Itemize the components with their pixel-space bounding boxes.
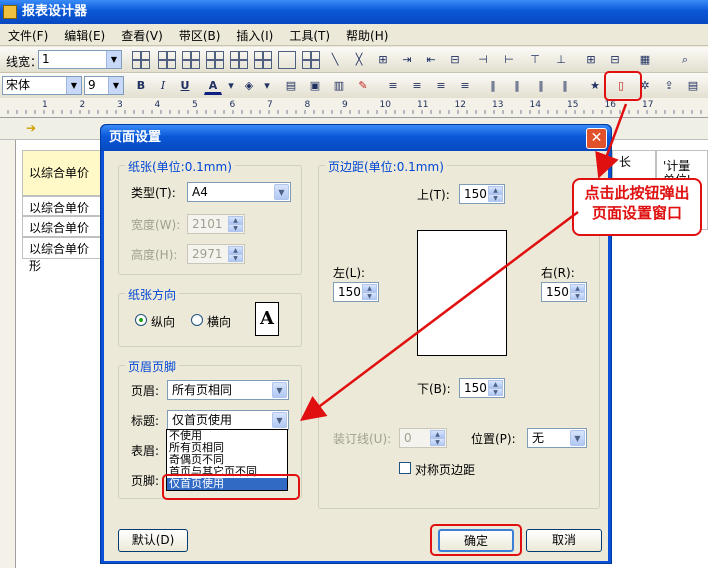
annotation-arrows [300, 103, 628, 422]
arrow-to-callout [595, 103, 628, 179]
arrow-to-caption [300, 211, 579, 422]
